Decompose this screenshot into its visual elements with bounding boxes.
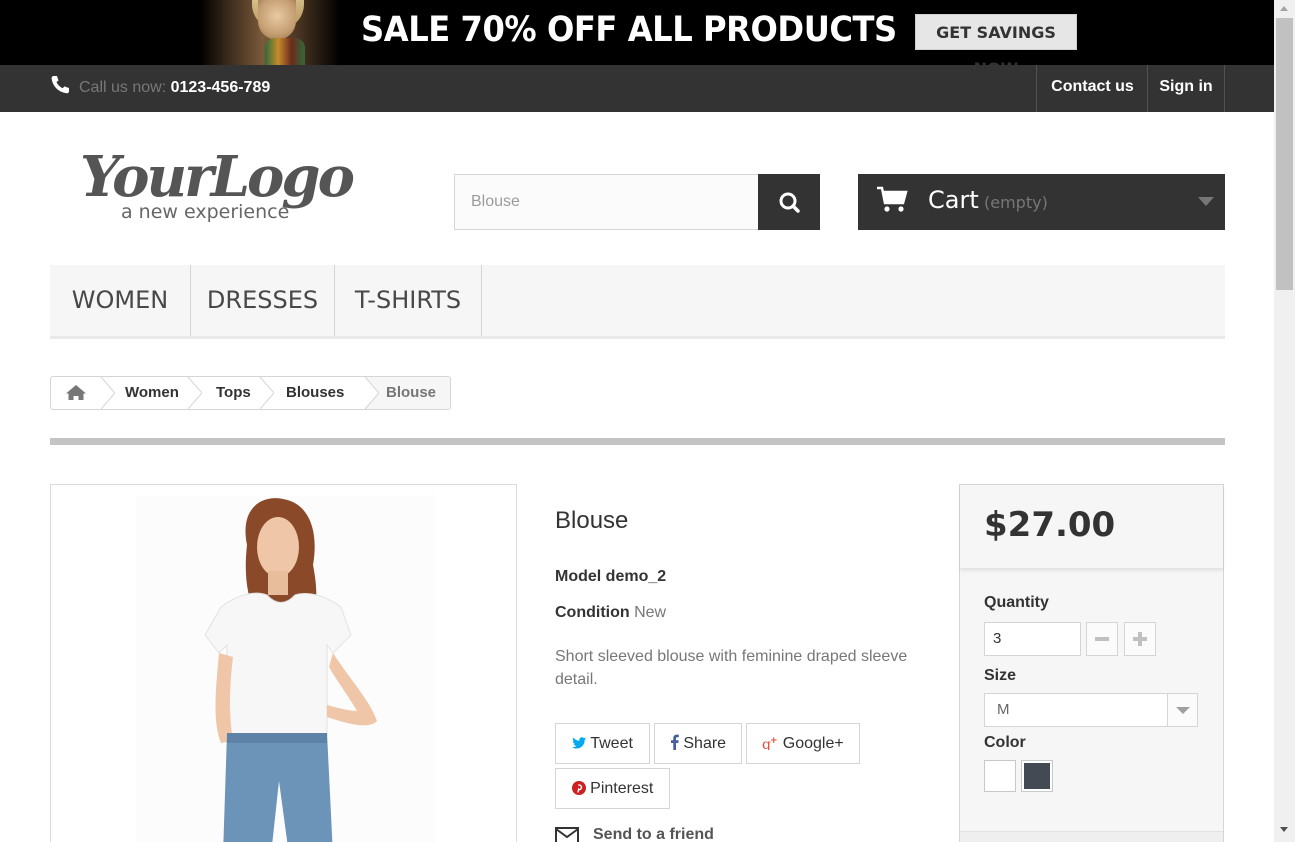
breadcrumb-separator [188, 377, 202, 409]
breadcrumb-tops[interactable]: Tops [216, 377, 251, 409]
product-image[interactable] [50, 484, 517, 842]
search-button[interactable] [758, 174, 820, 230]
breadcrumb-blouses[interactable]: Blouses [286, 377, 344, 409]
condition-label: Condition [555, 604, 630, 621]
pinterest-label: Pinterest [590, 780, 654, 797]
quantity-decrease-button[interactable] [1086, 622, 1118, 656]
banner-model-outfit [265, 38, 305, 65]
google-plus-label: Google+ [782, 735, 844, 752]
facebook-icon [670, 734, 679, 750]
cart-status: (empty) [984, 193, 1048, 212]
condition-value: New [634, 604, 667, 621]
phone-icon [51, 76, 69, 94]
product-condition: Condition New [555, 604, 666, 622]
price-area: $27.00 [960, 485, 1223, 569]
banner-headline: SALE 70% OFF ALL PRODUCTS [361, 10, 897, 50]
menu-item-dresses[interactable]: DRESSES [191, 265, 335, 336]
breadcrumb: Women Tops Blouses Blouse [50, 376, 451, 410]
product-description: Short sleeved blouse with feminine drape… [555, 648, 908, 688]
plus-icon [1133, 632, 1147, 646]
breadcrumb-separator [101, 377, 115, 409]
share-label: Share [683, 735, 727, 752]
breadcrumb-divider [50, 438, 1225, 445]
get-savings-button[interactable]: GET SAVINGS NOW [915, 14, 1077, 65]
banner-model-face [258, 0, 296, 40]
menu-item-t-shirts[interactable]: T-SHIRTS [335, 265, 482, 336]
contact-us-link[interactable]: Contact us [1036, 65, 1148, 112]
pinterest-button[interactable]: Pinterest [555, 768, 670, 809]
phone-number: 0123-456-789 [170, 79, 271, 96]
breadcrumb-home[interactable] [51, 377, 101, 409]
color-swatch-white[interactable] [984, 760, 1016, 792]
scroll-down-arrow-icon[interactable] [1280, 827, 1288, 832]
search-input[interactable]: Blouse [454, 174, 759, 230]
tweet-label: Tweet [590, 735, 633, 752]
cart-button[interactable]: Cart (empty) [858, 174, 1225, 230]
color-swatch-dark-grey[interactable] [1021, 760, 1053, 792]
breadcrumb-women[interactable]: Women [125, 377, 179, 409]
product-price: $27.00 [984, 505, 1116, 545]
send-to-friend-link[interactable]: Send to a friend [593, 826, 714, 842]
scroll-up-arrow-icon[interactable] [1280, 6, 1288, 11]
twitter-icon [572, 737, 587, 749]
chevron-down-icon [1167, 694, 1197, 726]
google-plus-button[interactable]: g + Google+ [746, 723, 860, 764]
call-us-text: Call us now: 0123-456-789 [79, 79, 270, 97]
quantity-increase-button[interactable] [1124, 622, 1156, 656]
product-title: Blouse [555, 507, 629, 534]
tweet-button[interactable]: Tweet [555, 723, 650, 764]
scrollbar-thumb[interactable] [1276, 18, 1293, 290]
chevron-down-icon [1198, 197, 1214, 206]
buy-box: $27.00 Quantity 3 Size M Color [959, 484, 1224, 842]
menu-item-women[interactable]: WOMEN [50, 265, 191, 336]
breadcrumb-separator [365, 377, 379, 409]
breadcrumb-separator [260, 377, 274, 409]
svg-text:+: + [770, 736, 778, 746]
product-model: Model demo_2 [555, 568, 667, 585]
promo-banner[interactable]: SALE 70% OFF ALL PRODUCTS GET SAVINGS NO… [0, 0, 1274, 65]
home-icon [66, 385, 86, 400]
color-label: Color [984, 734, 1026, 751]
mail-icon [555, 827, 579, 842]
size-selected-value: M [997, 701, 1010, 718]
shopping-cart-icon [877, 186, 908, 212]
quantity-input[interactable]: 3 [984, 622, 1081, 656]
cart-label: Cart [928, 186, 979, 214]
minus-icon [1095, 637, 1109, 641]
sign-in-link[interactable]: Sign in [1147, 65, 1225, 112]
site-logo[interactable]: YourLogo a new experience [78, 138, 378, 228]
category-menu: WOMEN DRESSES T-SHIRTS [50, 265, 1225, 339]
facebook-share-button[interactable]: Share [654, 723, 742, 764]
call-us-prefix: Call us now: [79, 79, 171, 96]
google-plus-icon: g + [762, 736, 778, 753]
quantity-label: Quantity [984, 594, 1049, 611]
page-scrollbar[interactable] [1274, 0, 1295, 842]
product-photo-blouse [136, 495, 436, 842]
buy-box-footer [960, 831, 1223, 842]
size-select[interactable]: M [984, 693, 1198, 727]
search-icon [779, 192, 800, 213]
svg-text:a new experience: a new experience [121, 201, 289, 223]
size-label: Size [984, 667, 1017, 684]
pinterest-icon [571, 781, 586, 795]
